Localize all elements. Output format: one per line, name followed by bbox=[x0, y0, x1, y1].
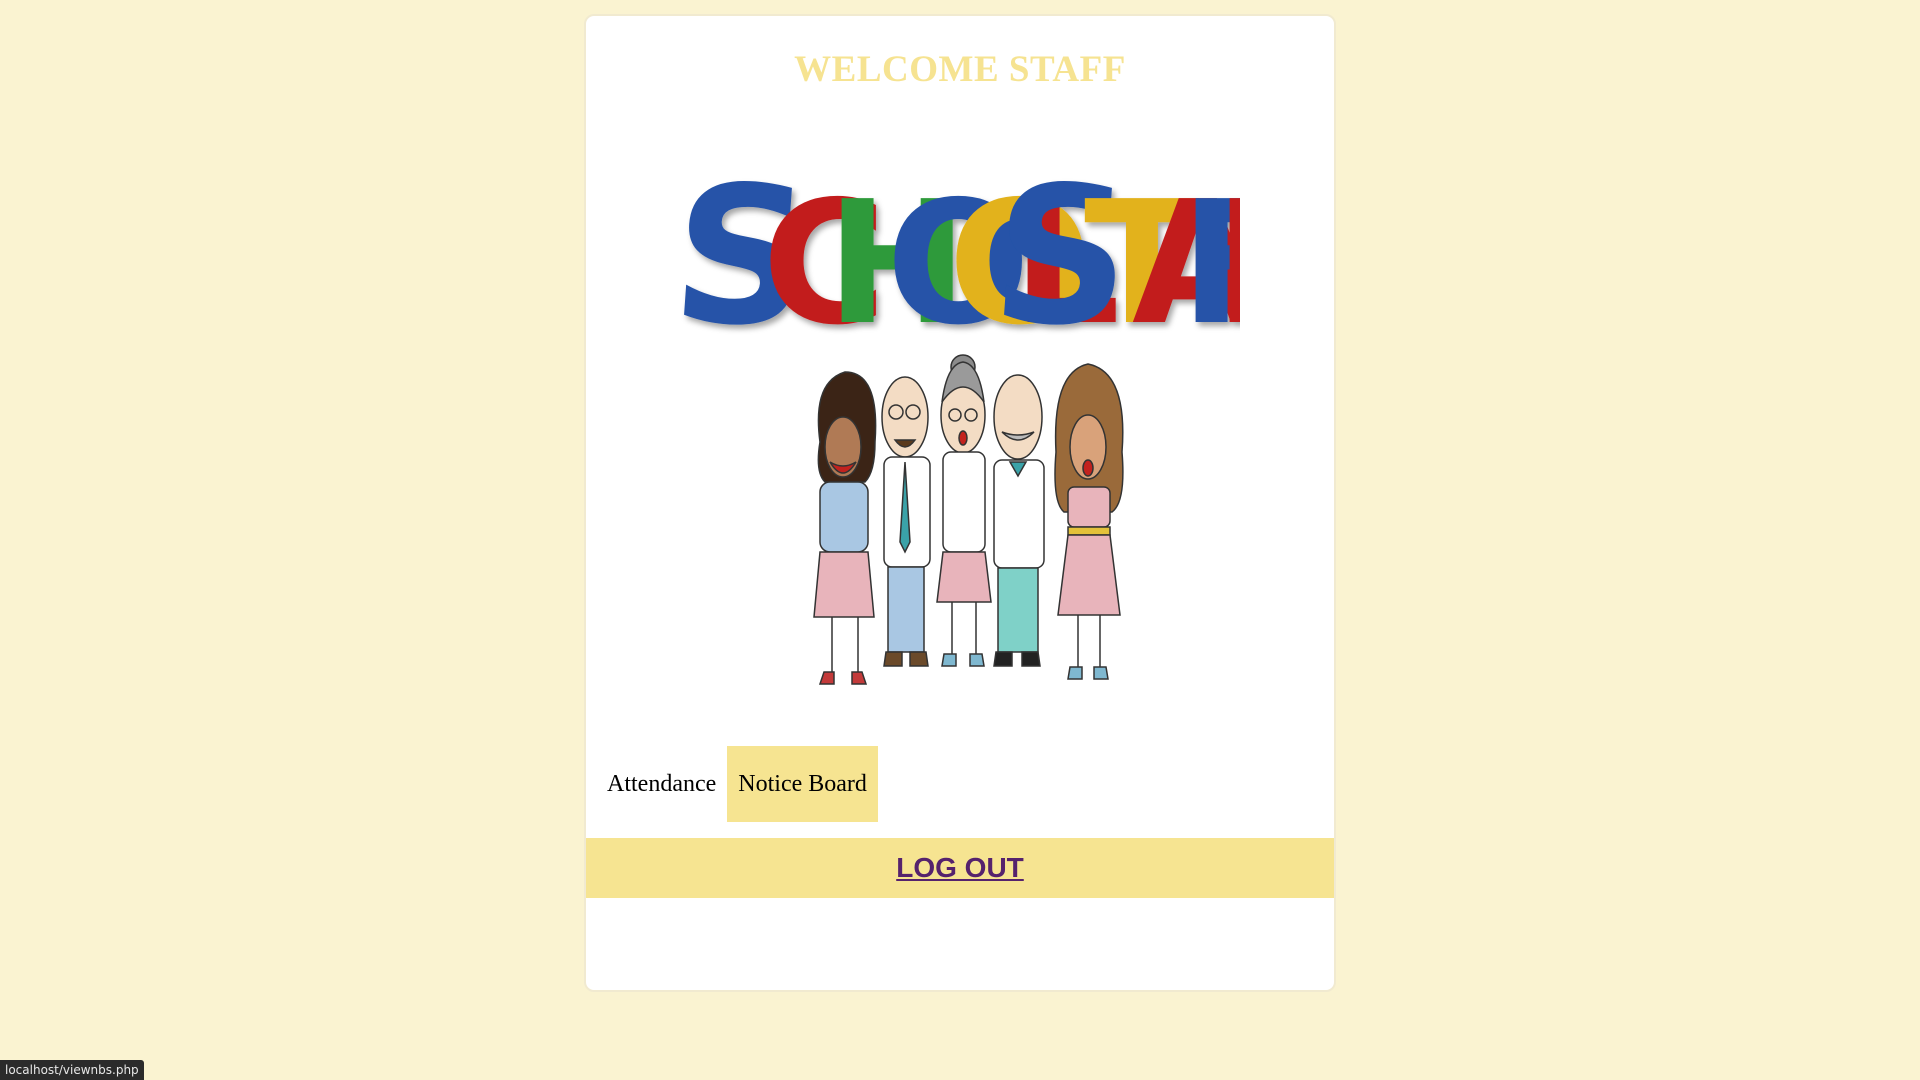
svg-text:F: F bbox=[1214, 165, 1240, 363]
nav-attendance[interactable]: Attendance bbox=[596, 746, 727, 822]
page-title: WELCOME STAFF bbox=[794, 49, 1126, 90]
logout-bar: LOG OUT bbox=[586, 838, 1334, 898]
school-staff-illustration: S C H O O L S T A F F bbox=[680, 132, 1240, 722]
staff-card: WELCOME STAFF S C H O O L S T A F F bbox=[584, 14, 1336, 992]
status-bar-url: localhost/viewnbs.php bbox=[0, 1060, 144, 1080]
staff-nav: Attendance Notice Board bbox=[586, 746, 878, 822]
nav-notice-board[interactable]: Notice Board bbox=[727, 746, 878, 822]
logout-link[interactable]: LOG OUT bbox=[896, 852, 1024, 884]
